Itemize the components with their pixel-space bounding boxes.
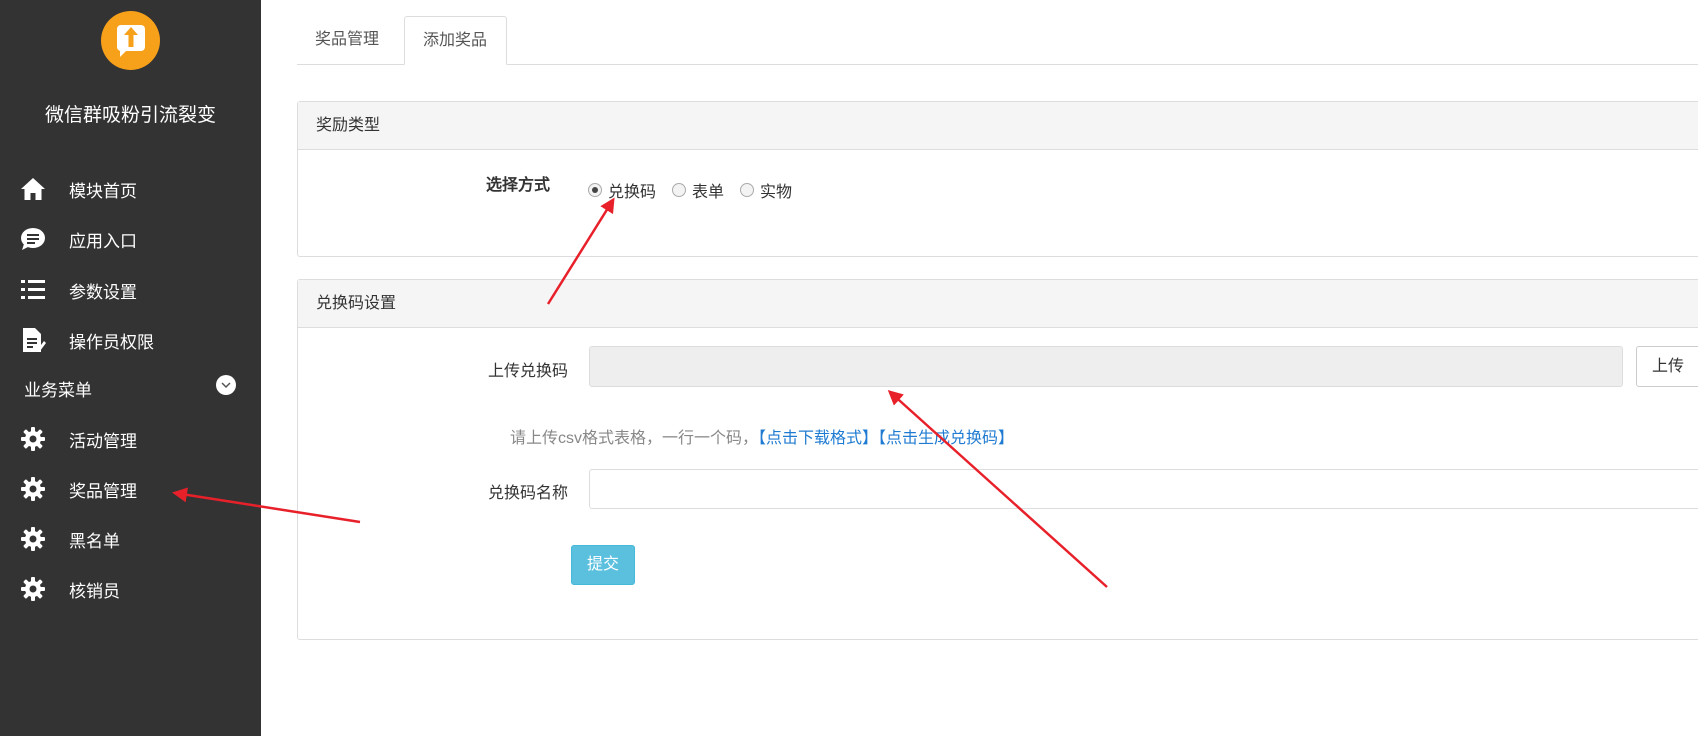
section-label: 业务菜单: [24, 381, 92, 400]
list-icon: [20, 277, 46, 303]
code-name-input[interactable]: [589, 469, 1698, 509]
upload-button[interactable]: 上传: [1636, 346, 1698, 387]
sidebar-item-label: 活动管理: [69, 431, 137, 451]
sidebar-item-label: 黑名单: [69, 531, 120, 551]
hint-text: 请上传csv格式表格，一行一个码，: [510, 430, 759, 447]
reward-type-radio-group: 兑换码 表单 实物: [588, 178, 808, 202]
sidebar-item-app-entry[interactable]: 应用入口: [0, 219, 261, 259]
radio-form[interactable]: 表单: [672, 178, 724, 202]
sidebar-item-prize[interactable]: 奖品管理: [0, 469, 261, 509]
sidebar-item-home[interactable]: 模块首页: [0, 169, 261, 209]
upload-hint: 请上传csv格式表格，一行一个码，【点击下载格式】【点击生成兑换码】: [510, 424, 1014, 448]
upload-code-label: 上传兑换码: [488, 363, 569, 380]
gear-icon: [20, 426, 46, 452]
radio-physical[interactable]: 实物: [740, 178, 792, 202]
sidebar-item-label: 模块首页: [69, 181, 137, 201]
radio-label: 兑换码: [608, 184, 657, 201]
tab-add-prize[interactable]: 添加奖品: [404, 16, 507, 65]
radio-button[interactable]: [672, 183, 687, 197]
sidebar-item-verifier[interactable]: 核销员: [0, 569, 261, 609]
radio-button[interactable]: [740, 183, 755, 197]
generate-code-link[interactable]: 【点击生成兑换码】: [878, 430, 1014, 447]
submit-button[interactable]: 提交: [571, 545, 635, 585]
upload-file-field[interactable]: [589, 346, 1623, 387]
radio-label: 表单: [692, 184, 725, 201]
gear-icon: [20, 526, 46, 552]
sidebar-item-params[interactable]: 参数设置: [0, 270, 261, 310]
gear-icon: [20, 576, 46, 602]
tab-bar: 奖品管理 添加奖品: [297, 16, 1698, 65]
radio-button[interactable]: [588, 183, 602, 197]
sidebar-item-blacklist[interactable]: 黑名单: [0, 519, 261, 559]
sidebar-item-label: 核销员: [69, 581, 120, 601]
radio-redeem-code[interactable]: 兑换码: [588, 178, 656, 202]
code-name-label: 兑换码名称: [488, 485, 569, 502]
home-icon: [20, 176, 46, 202]
panel-heading: 奖励类型: [298, 102, 1698, 150]
document-edit-icon: [20, 327, 46, 353]
radio-label: 实物: [760, 184, 793, 201]
upload-arrow-icon: [124, 27, 138, 47]
business-menu-header[interactable]: 业务菜单: [0, 372, 261, 402]
sidebar: 微信群吸粉引流裂变 模块首页 应用入口 参数设置 操作员权限 业务菜单 活动管理…: [0, 0, 261, 736]
sidebar-item-operator[interactable]: 操作员权限: [0, 320, 261, 360]
chat-icon: [20, 226, 46, 252]
sidebar-item-label: 奖品管理: [69, 481, 137, 501]
sidebar-item-label: 操作员权限: [69, 332, 154, 352]
redeem-code-settings-panel: 兑换码设置: [297, 279, 1698, 640]
chevron-down-icon[interactable]: [216, 375, 236, 395]
gear-icon: [20, 476, 46, 502]
sidebar-item-label: 参数设置: [69, 282, 137, 302]
sidebar-item-label: 应用入口: [69, 231, 137, 251]
app-title: 微信群吸粉引流裂变: [44, 105, 216, 126]
app-logo: [101, 11, 160, 70]
sidebar-item-activity[interactable]: 活动管理: [0, 419, 261, 459]
tab-prize-management[interactable]: 奖品管理: [297, 16, 404, 65]
download-format-link[interactable]: 【点击下载格式】: [758, 430, 878, 447]
panel-heading: 兑换码设置: [298, 280, 1698, 328]
select-method-label: 选择方式: [486, 177, 551, 194]
